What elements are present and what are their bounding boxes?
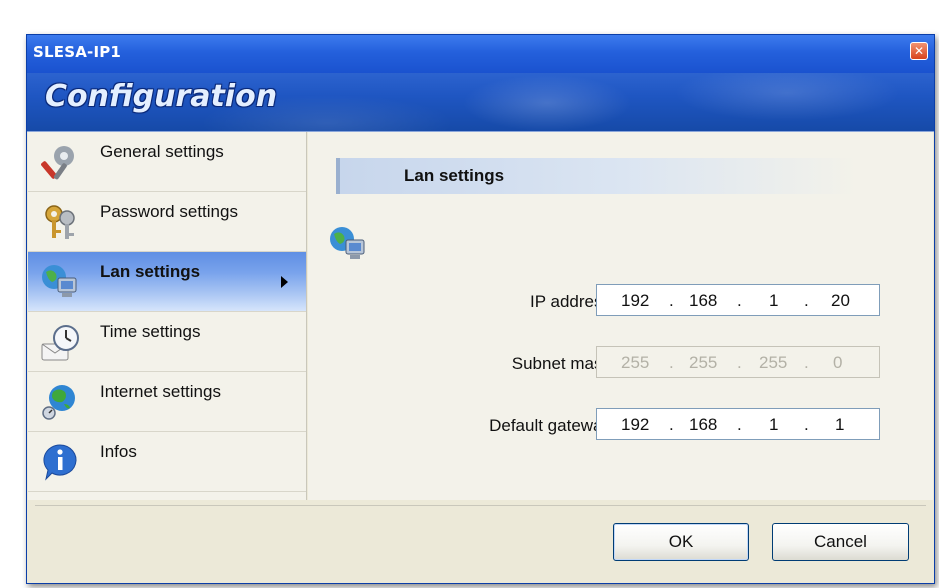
sidebar-item-general-settings[interactable]: General settings <box>28 132 306 192</box>
section-title: Lan settings <box>404 166 505 185</box>
sidebar-item-label: Password settings <box>100 202 238 221</box>
cancel-button[interactable]: Cancel <box>772 523 909 561</box>
ip-octet-4: 20 <box>831 291 850 310</box>
header-banner: Configuration <box>27 73 934 132</box>
octet-separator: . <box>804 291 809 310</box>
sidebar-item-internet-settings[interactable]: Internet settings <box>28 372 306 432</box>
network-globe-icon <box>42 265 77 297</box>
configuration-window: SLESA-IP1 ✕ Configuration General settin… <box>26 34 935 584</box>
gateway-octet-4: 1 <box>835 415 845 434</box>
ip-octet-2: 168 <box>689 291 718 310</box>
sidebar-item-label: Internet settings <box>100 382 221 401</box>
sidebar-item-label: Lan settings <box>100 262 201 281</box>
sidebar-item-time-settings[interactable]: Time settings <box>28 312 306 372</box>
settings-sidebar: General settings Password settings Lan s… <box>28 132 307 500</box>
sidebar-item-label: Infos <box>100 442 137 461</box>
network-globe-icon <box>330 227 365 259</box>
banner-title: Configuration <box>45 79 278 114</box>
footer-divider <box>35 505 926 506</box>
ip-address-label: IP address <box>530 292 611 311</box>
gateway-octet-3: 1 <box>769 415 779 434</box>
mask-octet-2: 255 <box>689 353 718 372</box>
ok-button[interactable]: OK <box>613 523 749 561</box>
close-button[interactable]: ✕ <box>910 42 928 60</box>
ip-octet-3: 1 <box>769 291 779 310</box>
globe-icon <box>42 385 75 420</box>
sidebar-item-infos[interactable]: Infos <box>28 432 306 492</box>
ip-address-input[interactable]: 192 . 168 . 1 . 20 <box>596 284 880 316</box>
clock-icon <box>41 325 79 361</box>
section-header: Lan settings <box>336 158 856 194</box>
sidebar-item-label: Time settings <box>100 322 201 341</box>
octet-separator: . <box>669 291 674 310</box>
gateway-octet-1: 192 <box>621 415 650 434</box>
close-icon: ✕ <box>913 44 925 58</box>
octet-separator: . <box>737 291 742 310</box>
octet-separator: . <box>737 415 742 434</box>
sidebar-item-label: General settings <box>100 142 224 161</box>
info-icon <box>43 444 77 481</box>
sidebar-item-lan-settings[interactable]: Lan settings <box>28 252 306 312</box>
sidebar-item-password-settings[interactable]: Password settings <box>28 192 306 252</box>
octet-separator: . <box>804 415 809 434</box>
title-bar[interactable]: SLESA-IP1 ✕ <box>27 35 934 73</box>
octet-separator: . <box>669 415 674 434</box>
gateway-octet-2: 168 <box>689 415 718 434</box>
selected-arrow-icon <box>281 276 288 288</box>
default-gateway-input[interactable]: 192 . 168 . 1 . 1 <box>596 408 880 440</box>
lan-settings-panel: Lan settings IP address 192 . 168 . 1 . … <box>308 132 933 500</box>
octet-separator: . <box>737 353 742 372</box>
mask-octet-3: 255 <box>759 353 788 372</box>
window-title: SLESA-IP1 <box>33 43 122 61</box>
mask-octet-4: 0 <box>833 353 843 372</box>
mask-octet-1: 255 <box>621 353 650 372</box>
subnet-mask-input: 255 . 255 . 255 . 0 <box>596 346 880 378</box>
octet-separator: . <box>669 353 674 372</box>
default-gateway-label: Default gateway <box>489 416 611 435</box>
tools-icon <box>41 146 74 180</box>
ip-octet-1: 192 <box>621 291 650 310</box>
keys-icon <box>45 205 75 239</box>
octet-separator: . <box>804 353 809 372</box>
subnet-mask-label: Subnet mask <box>511 354 611 373</box>
